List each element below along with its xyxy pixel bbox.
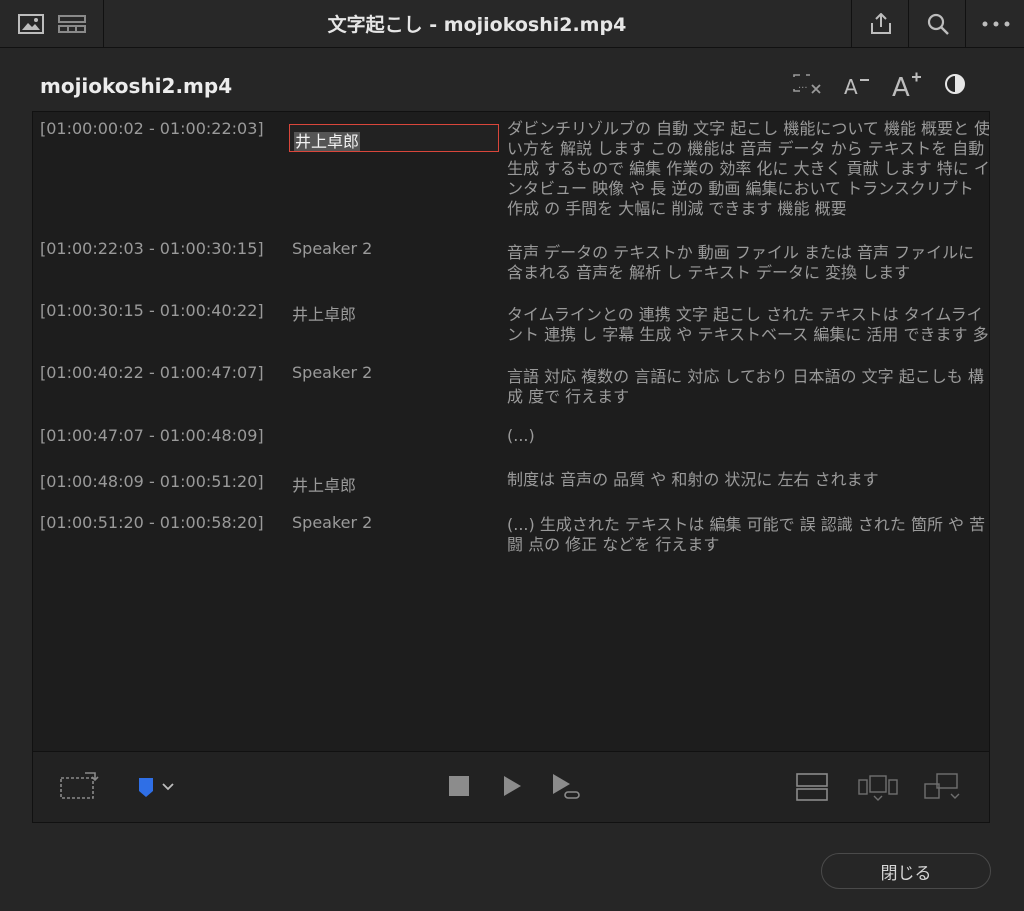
- play-icon: [504, 776, 521, 796]
- more-icon: [982, 21, 1009, 26]
- transcript-row[interactable]: [01:00:48:09 - 01:00:51:20] 井上卓郎 制度は 音声の…: [33, 470, 989, 502]
- font-decrease-icon[interactable]: A: [844, 72, 870, 96]
- transcript-row[interactable]: [01:00:30:15 - 01:00:40:22] 井上卓郎 タイムラインと…: [33, 301, 989, 351]
- play-button[interactable]: [502, 775, 522, 797]
- contrast-toggle-icon[interactable]: [944, 73, 966, 95]
- layout-side-icon: [858, 775, 898, 801]
- timecode: [01:00:47:07 - 01:00:48:09]: [40, 426, 264, 445]
- marker-color-dropdown[interactable]: [137, 776, 179, 798]
- layout-stacked-icon: [796, 773, 828, 801]
- thumbnail-view-icon[interactable]: [18, 13, 44, 34]
- speaker-name[interactable]: 井上卓郎: [292, 301, 356, 325]
- transcript-panel: [01:00:00:02 - 01:00:22:03] 井上卓郎 ダビンチリゾル…: [32, 111, 990, 823]
- svg-text:A: A: [844, 75, 858, 96]
- search-button[interactable]: [908, 0, 966, 47]
- layout-float-button[interactable]: [923, 772, 963, 802]
- transcript-row[interactable]: [01:00:40:22 - 01:00:47:07] Speaker 2 言語…: [33, 363, 989, 413]
- title-bar: 文字起こし - mojiokoshi2.mp4: [0, 0, 1024, 48]
- play-loop-icon: [553, 774, 580, 799]
- transcript-text[interactable]: ダビンチリゾルブの 自動 文字 起こし 機能について 機能 概要と 使い方を 解…: [507, 119, 989, 219]
- transcript-toolbar: [33, 751, 989, 822]
- search-icon: [927, 13, 949, 35]
- text-view-tools: ... A A: [792, 70, 966, 98]
- layout-side-button[interactable]: [857, 772, 899, 802]
- marker-icon: [139, 778, 174, 797]
- transcript-row[interactable]: [01:00:47:07 - 01:00:48:09] (...): [33, 426, 989, 456]
- timecode: [01:00:00:02 - 01:00:22:03]: [40, 119, 264, 138]
- timeline-view-icon[interactable]: [58, 14, 86, 34]
- font-increase-icon[interactable]: A: [892, 70, 922, 98]
- play-loop-button[interactable]: [551, 773, 583, 801]
- stop-button[interactable]: [448, 775, 470, 797]
- window-title: 文字起こし - mojiokoshi2.mp4: [327, 14, 627, 36]
- speaker-name-input[interactable]: 井上卓郎: [289, 124, 499, 152]
- transcript-row[interactable]: [01:00:22:03 - 01:00:30:15] Speaker 2 音声…: [33, 239, 989, 289]
- insert-clip-icon: [60, 772, 99, 799]
- timecode: [01:00:40:22 - 01:00:47:07]: [40, 363, 264, 382]
- transcript-row[interactable]: [01:00:00:02 - 01:00:22:03] 井上卓郎 ダビンチリゾル…: [33, 119, 989, 229]
- speaker-name[interactable]: Speaker 2: [292, 239, 372, 258]
- transcript-list[interactable]: [01:00:00:02 - 01:00:22:03] 井上卓郎 ダビンチリゾル…: [33, 112, 989, 752]
- transcript-text[interactable]: 音声 データの テキストか 動画 ファイル または 音声 ファイルに 含まれる …: [507, 243, 989, 283]
- file-title: mojiokoshi2.mp4: [40, 74, 233, 98]
- transcript-row[interactable]: [01:00:51:20 - 01:00:58:20] Speaker 2 (.…: [33, 513, 989, 563]
- transcript-text[interactable]: タイムラインとの 連携 文字 起こし された テキストは タイムライント 連携 …: [507, 305, 989, 345]
- timecode: [01:00:48:09 - 01:00:51:20]: [40, 472, 264, 491]
- more-options-button[interactable]: [965, 0, 1024, 47]
- export-icon: [870, 12, 891, 34]
- timecode: [01:00:51:20 - 01:00:58:20]: [40, 513, 264, 532]
- transcript-text[interactable]: 言語 対応 複数の 言語に 対応 しており 日本語の 文字 起こしも 構成 度で…: [507, 367, 989, 407]
- speaker-name[interactable]: Speaker 2: [292, 513, 372, 532]
- svg-text:...: ...: [798, 80, 808, 91]
- transcript-text[interactable]: 制度は 音声の 品質 や 和射の 状況に 左右 されます: [507, 470, 989, 490]
- add-to-timeline-button[interactable]: [59, 770, 99, 800]
- stop-icon: [449, 776, 469, 796]
- speaker-name[interactable]: Speaker 2: [292, 363, 372, 382]
- svg-text:A: A: [892, 73, 910, 98]
- layout-stacked-button[interactable]: [795, 772, 829, 802]
- speaker-name[interactable]: 井上卓郎: [292, 472, 356, 496]
- clear-selection-icon[interactable]: ...: [792, 73, 822, 95]
- timecode: [01:00:30:15 - 01:00:40:22]: [40, 301, 264, 320]
- export-button[interactable]: [851, 0, 909, 47]
- timecode: [01:00:22:03 - 01:00:30:15]: [40, 239, 264, 258]
- close-button[interactable]: 閉じる: [821, 853, 991, 889]
- transcript-text[interactable]: (...): [507, 426, 989, 446]
- view-mode-tools: [0, 0, 104, 47]
- layout-float-icon: [924, 773, 960, 799]
- transcript-text[interactable]: (...) 生成された テキストは 編集 可能で 誤 認識 された 箇所 や 苦…: [507, 515, 989, 555]
